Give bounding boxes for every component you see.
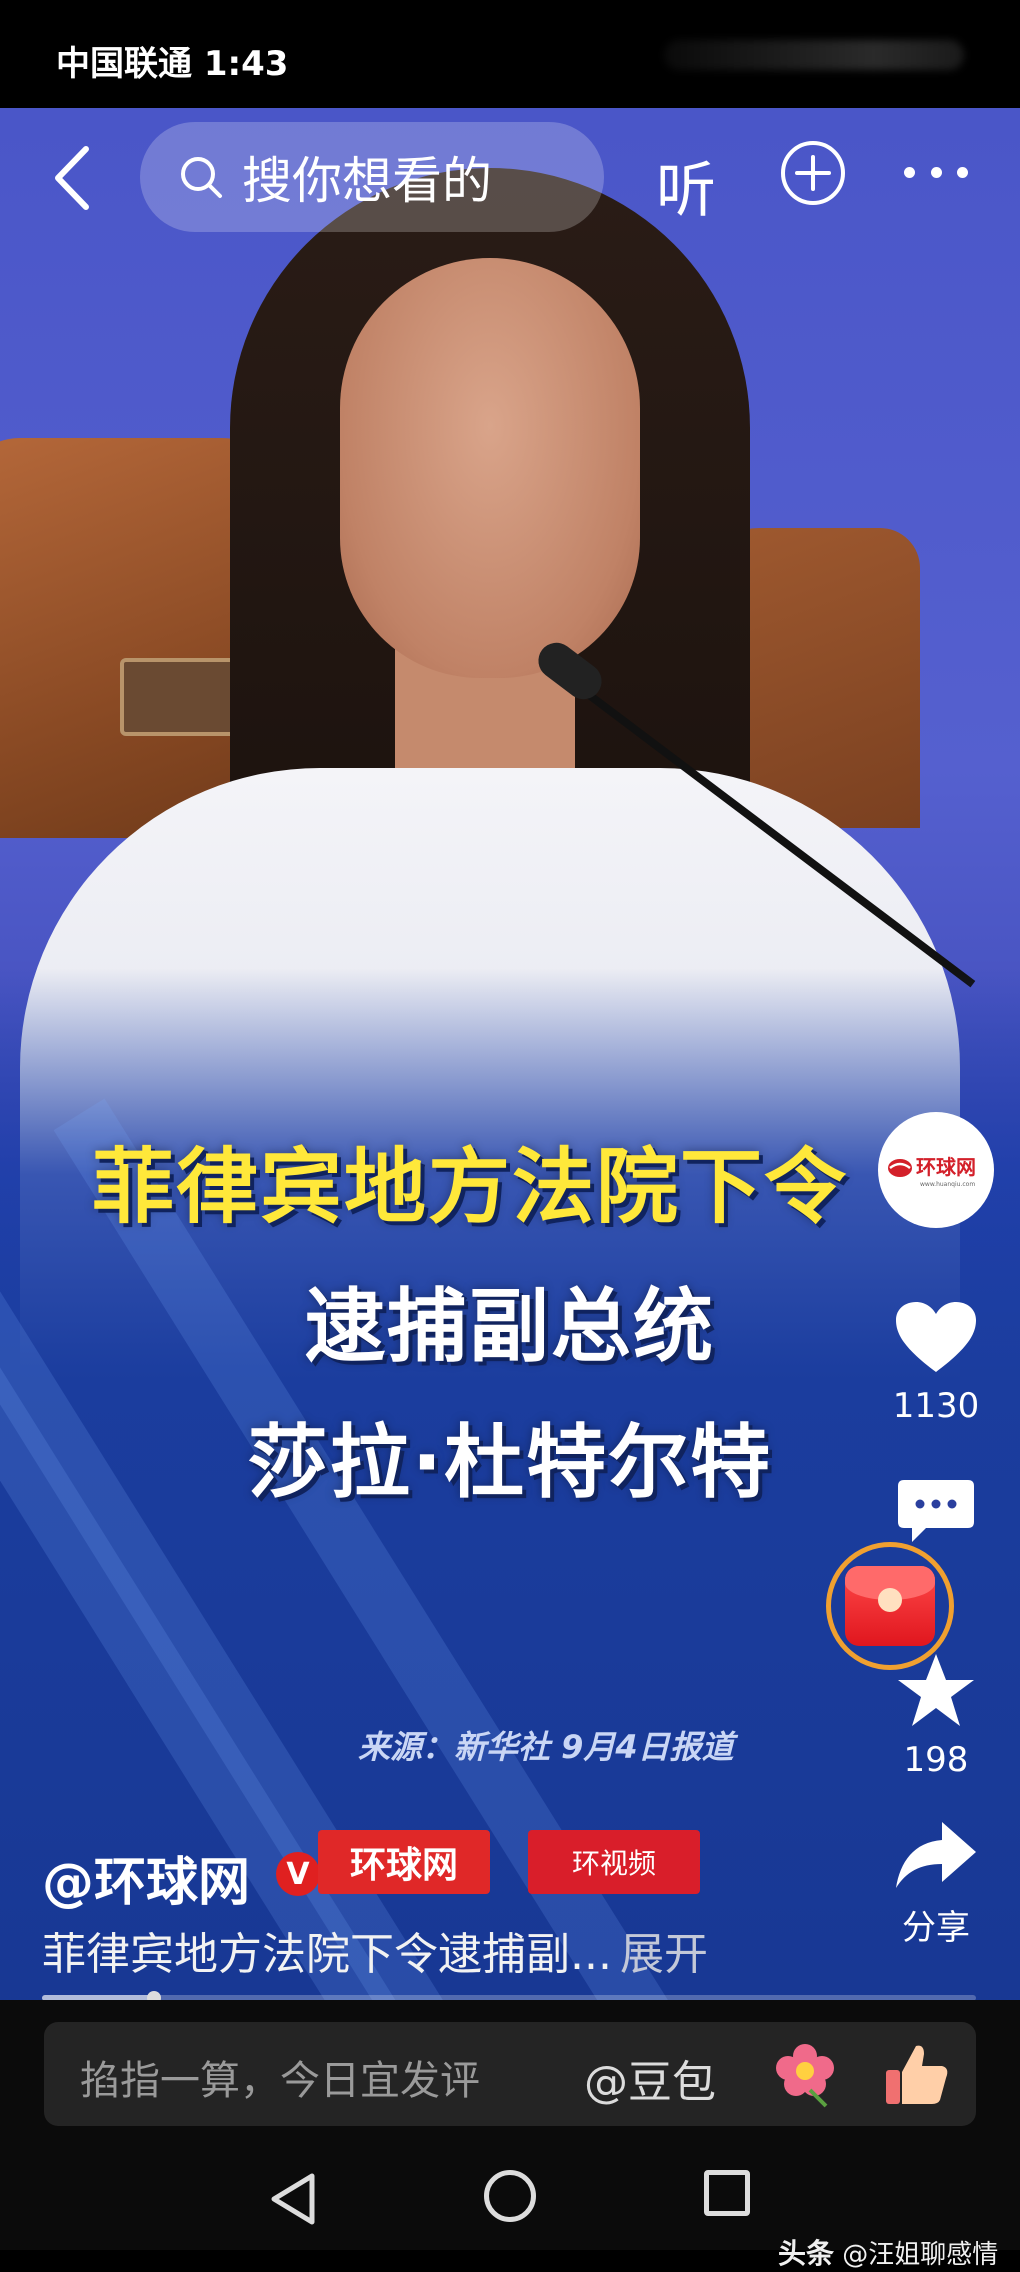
huanqiu-logo-icon: 环球网 www.huanqiu.com: [888, 1155, 976, 1188]
thumbs-up-emoji-icon[interactable]: [882, 2040, 952, 2110]
favorite-button[interactable]: 198: [880, 1650, 992, 1780]
author-name[interactable]: @环球网: [42, 1840, 250, 1915]
star-icon: [898, 1654, 974, 1726]
huanqiu-watermark-logo: 环球网: [318, 1830, 490, 1894]
mention-doubao-button[interactable]: @豆包: [584, 2046, 716, 2110]
comment-placeholder: 掐指一算，今日宜发评: [80, 2058, 480, 2104]
status-bar: 中国联通 1:43: [0, 0, 1020, 108]
search-placeholder: 搜你想看的: [242, 152, 492, 210]
like-button[interactable]: 1130: [880, 1300, 992, 1426]
red-packet-icon: [845, 1566, 935, 1646]
comment-button[interactable]: [880, 1478, 992, 1552]
share-button[interactable]: 分享: [880, 1818, 992, 1949]
svg-text:www.huanqiu.com: www.huanqiu.com: [920, 1181, 975, 1188]
listen-button[interactable]: 听: [656, 142, 716, 229]
back-button[interactable]: [42, 143, 102, 213]
more-options-button[interactable]: [904, 162, 968, 182]
more-dot: [957, 166, 968, 178]
verified-badge-icon: V: [276, 1852, 320, 1896]
search-box[interactable]: 搜你想看的: [140, 122, 604, 232]
share-label: 分享: [902, 1908, 970, 1948]
more-dot: [904, 166, 915, 178]
description-text: 菲律宾地方法院下令逮捕副...: [42, 1929, 612, 1980]
headline-line-2: 逮捕副总统: [305, 1280, 715, 1373]
watermark-app-name: 头条: [778, 2237, 835, 2270]
back-arrow-icon: [55, 146, 89, 210]
video-description[interactable]: 菲律宾地方法院下令逮捕副... 展开: [42, 1918, 708, 1982]
heart-icon: [896, 1302, 976, 1372]
top-bar: 搜你想看的 听: [0, 108, 1020, 248]
status-icons-blurred: [664, 38, 964, 74]
favorite-count: 198: [903, 1740, 969, 1780]
add-icon[interactable]: [780, 140, 846, 206]
like-count: 1130: [892, 1386, 980, 1426]
watermark-user: @汪姐聊感情: [842, 2240, 999, 2270]
nav-back-icon[interactable]: [268, 2172, 318, 2226]
huanshipin-watermark-logo: 环视频: [528, 1830, 700, 1894]
headline-line-3: 莎拉·杜特尔特: [247, 1416, 773, 1509]
comment-input[interactable]: 掐指一算，今日宜发评 @豆包: [44, 2022, 976, 2126]
carrier-time: 中国联通 1:43: [56, 44, 289, 84]
author-avatar[interactable]: 环球网 www.huanqiu.com: [878, 1112, 994, 1228]
toutiao-watermark: 头条 @汪姐聊感情: [778, 2232, 998, 2272]
comment-icon: [898, 1480, 974, 1542]
search-icon: [181, 157, 222, 198]
svg-text:环球网: 环球网: [916, 1155, 976, 1179]
flower-emoji-icon[interactable]: [770, 2038, 840, 2108]
video-player[interactable]: [0, 108, 1020, 2000]
share-arrow-icon: [896, 1822, 976, 1888]
source-caption: 来源：新华社 9月4日报道: [358, 1728, 734, 1766]
speaker-face: [340, 258, 640, 678]
nav-recents-icon[interactable]: [704, 2170, 750, 2216]
expand-link[interactable]: 展开: [620, 1929, 708, 1980]
headline-line-1: 菲律宾地方法院下令: [91, 1140, 848, 1235]
more-dot: [930, 166, 942, 178]
nav-home-icon[interactable]: [484, 2170, 536, 2222]
